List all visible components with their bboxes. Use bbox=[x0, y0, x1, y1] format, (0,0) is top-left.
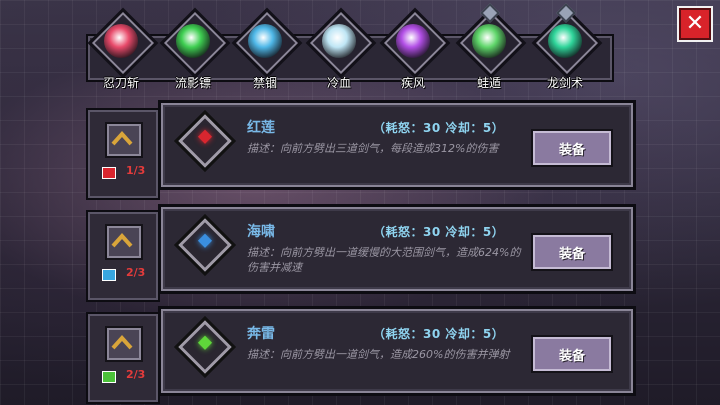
chevron-up-icon bbox=[111, 335, 133, 350]
blue-gem-icon bbox=[173, 213, 237, 277]
ice-crystal-icon bbox=[322, 24, 356, 58]
skill-name: 海啸 bbox=[247, 224, 275, 240]
equip-label: 装备 bbox=[558, 142, 585, 158]
skill-description: 描述：向前方劈出一道剑气，造成260%的伤害并弹射 bbox=[247, 348, 510, 361]
tab-green-shuriken[interactable]: 流影镖 bbox=[158, 7, 231, 92]
equip-button[interactable]: 装备 bbox=[531, 233, 613, 271]
equip-label: 装备 bbox=[558, 246, 585, 262]
skill-description: 描述：向前方劈出三道剑气，每段造成312%的伤害 bbox=[247, 142, 499, 155]
level-icon bbox=[102, 167, 116, 179]
crimson-slash-icon bbox=[104, 24, 138, 58]
red-gem-icon bbox=[173, 109, 237, 173]
skill-level: 2/3 bbox=[126, 266, 146, 279]
tab-label: 流影镖 bbox=[174, 76, 211, 90]
skill-name: 红莲 bbox=[247, 120, 275, 136]
tab-ice-crystal[interactable]: 冷血 bbox=[304, 7, 377, 92]
upgrade-button[interactable] bbox=[105, 122, 143, 158]
upgrade-button[interactable] bbox=[105, 326, 143, 362]
frog-icon bbox=[472, 24, 506, 58]
level-icon bbox=[102, 371, 116, 383]
level-icon bbox=[102, 269, 116, 281]
tab-label: 蛙遁 bbox=[476, 76, 501, 90]
skill-level: 1/3 bbox=[126, 164, 146, 177]
green-shuriken-icon bbox=[176, 24, 210, 58]
upgrade-panel: 2/3 bbox=[86, 312, 160, 404]
skill-description: 描述：向前方劈出一道缓慢的大范围剑气，造成624%的伤害并减速 bbox=[247, 246, 521, 274]
tab-violet-flame[interactable]: 疾风 bbox=[378, 7, 451, 92]
upgrade-panel: 1/3 bbox=[86, 108, 160, 200]
skill-card: 海啸 （耗怒：30 冷却：5） 描述：向前方劈出一道缓慢的大范围剑气，造成624… bbox=[158, 204, 636, 294]
jade-sword-icon bbox=[548, 24, 582, 58]
equip-button[interactable]: 装备 bbox=[531, 129, 613, 167]
skill-stats: （耗怒：30 冷却：5） bbox=[373, 327, 505, 341]
violet-flame-icon bbox=[396, 24, 430, 58]
upgrade-panel: 2/3 bbox=[86, 210, 160, 302]
green-gem-icon bbox=[173, 315, 237, 379]
skill-stats: （耗怒：30 冷却：5） bbox=[373, 121, 505, 135]
tab-crimson-slash[interactable]: 忍刀斩 bbox=[86, 7, 159, 92]
skill-card: 红莲 （耗怒：30 冷却：5） 描述：向前方劈出三道剑气，每段造成312%的伤害… bbox=[158, 100, 636, 190]
tab-label: 忍刀斩 bbox=[102, 76, 139, 90]
tab-frog[interactable]: 蛙遁 bbox=[454, 3, 527, 92]
equip-label: 装备 bbox=[558, 348, 585, 364]
tab-label: 龙剑术 bbox=[546, 76, 583, 90]
upgrade-button[interactable] bbox=[105, 224, 143, 260]
tab-label: 禁锢 bbox=[252, 76, 277, 90]
tab-jade-sword[interactable]: 龙剑术 bbox=[530, 3, 603, 92]
equip-button[interactable]: 装备 bbox=[531, 335, 613, 373]
skill-name: 奔雷 bbox=[247, 326, 275, 342]
ice-orb-icon bbox=[248, 24, 282, 58]
close-button[interactable]: ✕ bbox=[677, 6, 713, 42]
close-icon: ✕ bbox=[685, 11, 705, 36]
skill-card: 奔雷 （耗怒：30 冷却：5） 描述：向前方劈出一道剑气，造成260%的伤害并弹… bbox=[158, 306, 636, 396]
skill-level: 2/3 bbox=[126, 368, 146, 381]
tab-label: 疾风 bbox=[400, 76, 425, 90]
chevron-up-icon bbox=[111, 233, 133, 248]
tab-ice-orb[interactable]: 禁锢 bbox=[230, 7, 303, 92]
skill-stats: （耗怒：30 冷却：5） bbox=[373, 225, 505, 239]
chevron-up-icon bbox=[111, 131, 133, 146]
tab-label: 冷血 bbox=[326, 76, 351, 90]
